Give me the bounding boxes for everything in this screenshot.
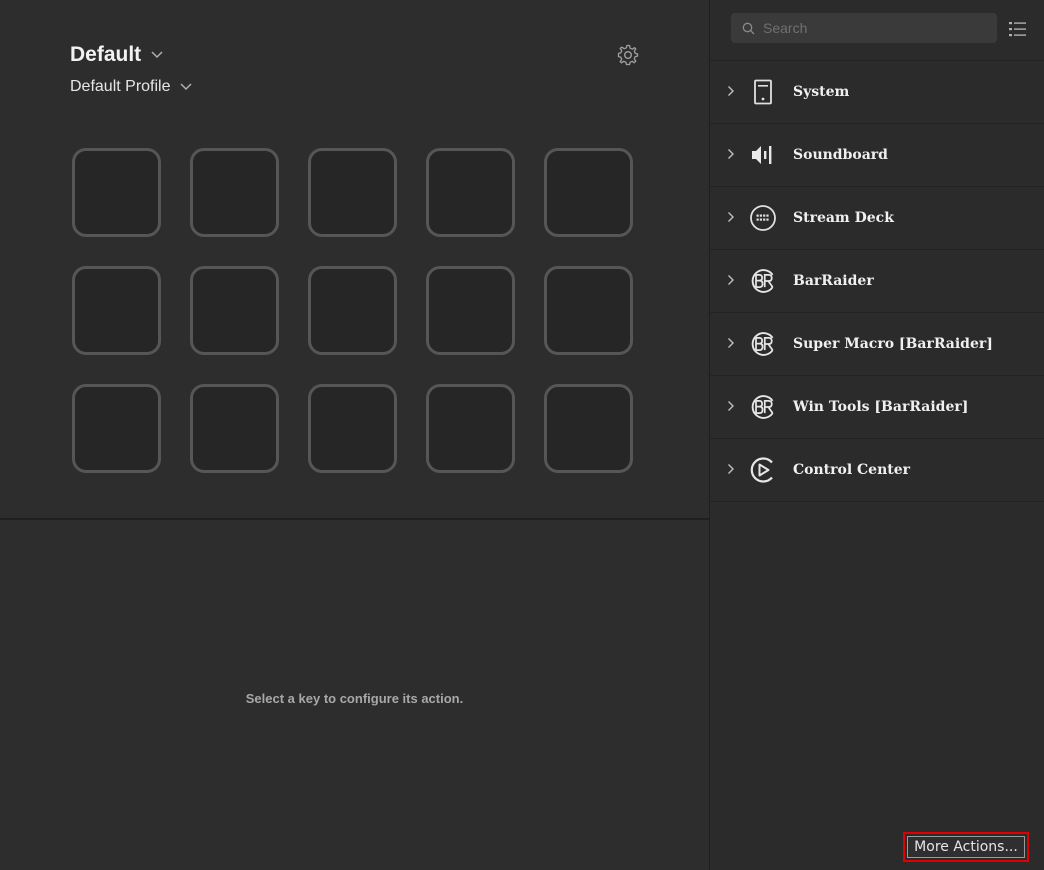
category-label: BarRaider: [793, 273, 874, 289]
more-actions-label: More Actions...: [907, 836, 1025, 858]
gear-icon[interactable]: [616, 43, 640, 67]
device-name: Default: [70, 43, 142, 66]
key-slot[interactable]: [72, 148, 161, 237]
category-control-center[interactable]: Control Center: [710, 439, 1044, 502]
actions-sidebar: System Soundboard Stream Deck BarRaider: [709, 0, 1044, 870]
chevron-right-icon: [728, 401, 734, 411]
barraider-icon: [749, 393, 777, 421]
chevron-right-icon: [728, 275, 734, 285]
category-system[interactable]: System: [710, 61, 1044, 124]
key-slot[interactable]: [426, 384, 515, 473]
key-slot[interactable]: [308, 148, 397, 237]
chevron-right-icon: [728, 86, 734, 96]
key-slot[interactable]: [308, 266, 397, 355]
category-barraider[interactable]: BarRaider: [710, 250, 1044, 313]
category-label: Soundboard: [793, 147, 888, 163]
property-inspector: Select a key to configure its action.: [0, 520, 709, 870]
category-super-macro[interactable]: Super Macro [BarRaider]: [710, 313, 1044, 376]
canvas-area: Default Default Profile: [0, 0, 709, 518]
chevron-down-icon: [179, 83, 192, 91]
category-label: Control Center: [793, 462, 911, 478]
chevron-right-icon: [728, 212, 734, 222]
category-soundboard[interactable]: Soundboard: [710, 124, 1044, 187]
category-label: System: [793, 84, 850, 100]
key-slot[interactable]: [72, 384, 161, 473]
category-label: Stream Deck: [793, 210, 894, 226]
search-input[interactable]: [761, 19, 985, 37]
key-slot[interactable]: [544, 148, 633, 237]
system-icon: [749, 78, 777, 106]
key-slot[interactable]: [544, 266, 633, 355]
key-slot[interactable]: [544, 384, 633, 473]
barraider-icon: [749, 330, 777, 358]
chevron-right-icon: [728, 338, 734, 348]
profile-name: Default Profile: [70, 78, 171, 95]
category-label: Win Tools [BarRaider]: [793, 399, 969, 415]
key-slot[interactable]: [308, 384, 397, 473]
chevron-right-icon: [728, 464, 734, 474]
device-selector[interactable]: Default: [70, 43, 163, 67]
soundboard-icon: [749, 141, 777, 169]
category-win-tools[interactable]: Win Tools [BarRaider]: [710, 376, 1044, 439]
key-slot[interactable]: [190, 148, 279, 237]
control-center-icon: [749, 456, 777, 484]
chevron-right-icon: [728, 149, 734, 159]
search-box[interactable]: [731, 13, 997, 43]
key-slot[interactable]: [190, 384, 279, 473]
key-slot[interactable]: [190, 266, 279, 355]
category-list: System Soundboard Stream Deck BarRaider: [710, 60, 1044, 502]
chevron-down-icon: [151, 51, 163, 59]
list-view-icon[interactable]: [1008, 19, 1028, 39]
key-slot[interactable]: [426, 148, 515, 237]
empty-state-hint: Select a key to configure its action.: [245, 691, 464, 706]
key-slot[interactable]: [426, 266, 515, 355]
category-label: Super Macro [BarRaider]: [793, 336, 993, 352]
category-stream-deck[interactable]: Stream Deck: [710, 187, 1044, 250]
key-grid: [72, 148, 633, 473]
barraider-icon: [749, 267, 777, 295]
more-actions-button[interactable]: More Actions...: [903, 832, 1029, 862]
profile-selector[interactable]: Default Profile: [70, 78, 192, 96]
search-icon: [742, 22, 755, 34]
key-slot[interactable]: [72, 266, 161, 355]
stream-deck-icon: [749, 204, 777, 232]
